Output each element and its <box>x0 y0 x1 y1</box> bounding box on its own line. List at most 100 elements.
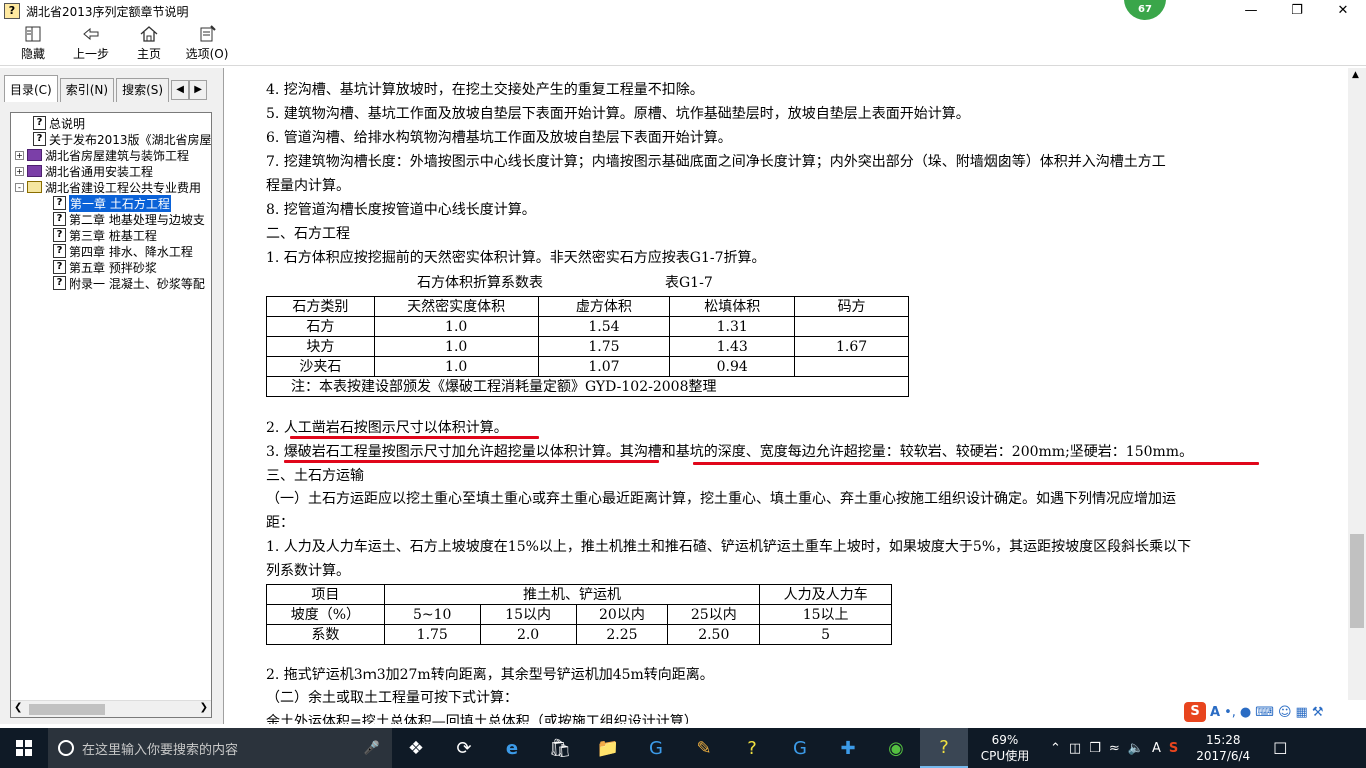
table-cell: 2.25 <box>575 624 669 645</box>
browser-g2-icon[interactable]: G <box>776 728 824 768</box>
wifi-icon[interactable]: ≈ <box>1109 741 1120 756</box>
tools-icon[interactable]: ⚒ <box>1312 705 1324 720</box>
scroll-thumb[interactable] <box>1350 534 1364 628</box>
tree-item-announcement[interactable]: ? 关于发布2013版《湖北省房屋 <box>33 131 211 147</box>
expand-toggle[interactable]: + <box>15 150 24 160</box>
table-header-cell: 石方类别 <box>266 296 375 317</box>
highlighted-text: 爆破岩石工程量按图示尺寸加允许超挖量以体积计算 <box>283 444 606 460</box>
nav-tabs: 目录(C) 索引(N) 搜索(S) ◀ ▶ <box>4 75 208 102</box>
tray-chevron-icon[interactable]: ⌃ <box>1050 741 1061 756</box>
tree-item-chapter-1[interactable]: ? 第一章 土石方工程 <box>53 194 171 212</box>
ime-english-icon[interactable]: A <box>1210 705 1220 720</box>
hide-label: 隐藏 <box>20 46 45 61</box>
table-row: 石方 1.0 1.54 1.31 <box>266 316 909 337</box>
notes-app-icon[interactable]: ✎ <box>680 728 728 768</box>
book-icon <box>27 165 42 177</box>
table-cell: 0.94 <box>669 356 796 377</box>
tab-search[interactable]: 搜索(S) <box>116 78 170 102</box>
help-page-icon: ? <box>53 260 66 274</box>
tab-contents[interactable]: 目录(C) <box>4 75 58 102</box>
scroll-left-icon[interactable]: ❮ <box>14 702 22 713</box>
tree-item-public-works[interactable]: - 湖北省建设工程公共专业费用 <box>15 179 201 195</box>
clock-time: 15:28 <box>1205 733 1241 747</box>
help-file-icon[interactable]: ? <box>728 728 776 768</box>
taskbar-search-box[interactable]: 在这里输入你要搜索的内容 🎤 <box>48 728 392 768</box>
scroll-thumb[interactable] <box>29 704 105 715</box>
store-icon[interactable]: 🛍 <box>536 728 584 768</box>
tree-item-chapter-2[interactable]: ? 第二章 地基处理与边坡支 <box>53 211 205 227</box>
restore-button[interactable]: ❐ <box>1274 0 1320 22</box>
item-number: 3. <box>266 444 284 460</box>
paragraph: 程量内计算。 <box>266 178 350 194</box>
skin-icon[interactable]: ▦ <box>1296 705 1308 720</box>
microphone-icon[interactable]: 🎤 <box>364 741 380 756</box>
back-button[interactable]: 上一步 <box>62 22 120 64</box>
table-cell: 1.0 <box>373 316 539 337</box>
table-cell: 块方 <box>266 336 375 357</box>
paragraph: 4. 挖沟槽、基坑计算放坡时，在挖土交接处产生的重复工程量不扣除。 <box>266 82 704 98</box>
paragraph: （二）余土或取土工程量可按下式计算： <box>266 690 518 706</box>
task-view-icon[interactable]: ❖ <box>392 728 440 768</box>
section-heading: 二、石方工程 <box>266 226 350 242</box>
tab-scroll-right-button[interactable]: ▶ <box>189 80 208 100</box>
browser-g-icon[interactable]: G <box>632 728 680 768</box>
book-icon <box>27 149 42 161</box>
tree-item-installation[interactable]: + 湖北省通用安装工程 <box>15 163 153 179</box>
green-app-icon[interactable]: ◉ <box>872 728 920 768</box>
sogou-logo-icon[interactable]: S <box>1184 702 1206 722</box>
paragraph: 5. 建筑物沟槽、基坑工作面及放坡自垫层下表面开始计算。原槽、坑作基础垫层时，放… <box>266 106 970 122</box>
expand-toggle[interactable]: + <box>15 166 24 176</box>
action-center-icon[interactable]: ☐ <box>1260 739 1300 758</box>
home-button[interactable]: 主页 <box>120 22 178 64</box>
table-cell: 1.07 <box>537 356 671 377</box>
start-button[interactable] <box>0 728 48 768</box>
sogou-tray-icon[interactable]: S <box>1169 741 1178 756</box>
tree-item-chapter-5[interactable]: ? 第五章 预拌砂浆 <box>53 259 157 275</box>
tree-item-label: 湖北省房屋建筑与装饰工程 <box>45 148 190 163</box>
scroll-up-icon[interactable]: ▲ <box>1352 70 1359 80</box>
volume-icon[interactable]: 🔈 <box>1128 741 1144 756</box>
hide-button[interactable]: 隐藏 <box>4 22 62 64</box>
collapse-toggle[interactable]: - <box>15 182 24 192</box>
tab-index[interactable]: 索引(N) <box>59 78 115 102</box>
tree-item-general-notes[interactable]: ? 总说明 <box>33 115 85 131</box>
table-cell: 5~10 <box>383 604 481 625</box>
file-explorer-icon[interactable]: 📁 <box>584 728 632 768</box>
app-swirl-icon[interactable]: ⟳ <box>440 728 488 768</box>
help-page-icon: ? <box>53 244 66 258</box>
content-vertical-scrollbar[interactable]: ▲ <box>1348 68 1366 724</box>
ime-punctuation-icon[interactable]: •, <box>1224 705 1236 720</box>
help-file-active-icon[interactable]: ? <box>920 728 968 768</box>
tree-item-label: 附录一 混凝土、砂浆等配 <box>69 276 205 291</box>
network-app-icon[interactable]: ✚ <box>824 728 872 768</box>
help-page-icon: ? <box>53 228 66 242</box>
tree-item-chapter-3[interactable]: ? 第三章 桩基工程 <box>53 227 157 243</box>
table-cell <box>794 316 909 337</box>
table-cell: 1.75 <box>383 624 481 645</box>
table-header-cell: 码方 <box>794 296 909 317</box>
tray-icon[interactable]: ❒ <box>1089 741 1101 756</box>
close-button[interactable]: ✕ <box>1320 0 1366 22</box>
input-mode-icon[interactable]: A <box>1152 741 1161 756</box>
tree-item-appendix-1[interactable]: ? 附录一 混凝土、砂浆等配 <box>53 275 205 291</box>
table-cell: 坡度（%） <box>266 604 385 625</box>
options-button[interactable]: 选项(O) <box>178 22 236 64</box>
minimize-button[interactable]: — <box>1228 0 1274 22</box>
keyboard-icon[interactable]: ⌨ <box>1255 705 1274 720</box>
table-header-row: 项目 推土机、铲运机 人力及人力车 <box>266 584 892 605</box>
item-number: 2. <box>266 420 284 436</box>
microphone-icon[interactable]: ● <box>1240 705 1251 720</box>
tree-horizontal-scrollbar[interactable]: ❮ ❯ <box>11 700 211 717</box>
user-icon[interactable]: ☺ <box>1278 705 1292 720</box>
tab-scroll-left-button[interactable]: ◀ <box>171 80 190 100</box>
clock[interactable]: 15:28 2017/6/4 <box>1186 732 1260 764</box>
table-cell: 15以上 <box>759 604 892 625</box>
red-underline <box>284 460 659 463</box>
network-icon[interactable]: ◫ <box>1069 741 1081 756</box>
scroll-right-icon[interactable]: ❯ <box>200 702 208 713</box>
edge-icon[interactable]: e <box>488 728 536 768</box>
tree-item-chapter-4[interactable]: ? 第四章 排水、降水工程 <box>53 243 193 259</box>
table-caption: 石方体积折算系数表 <box>417 275 543 291</box>
tree-item-building-decoration[interactable]: + 湖北省房屋建筑与装饰工程 <box>15 147 189 163</box>
cpu-meter[interactable]: 69% CPU使用 <box>968 732 1042 764</box>
